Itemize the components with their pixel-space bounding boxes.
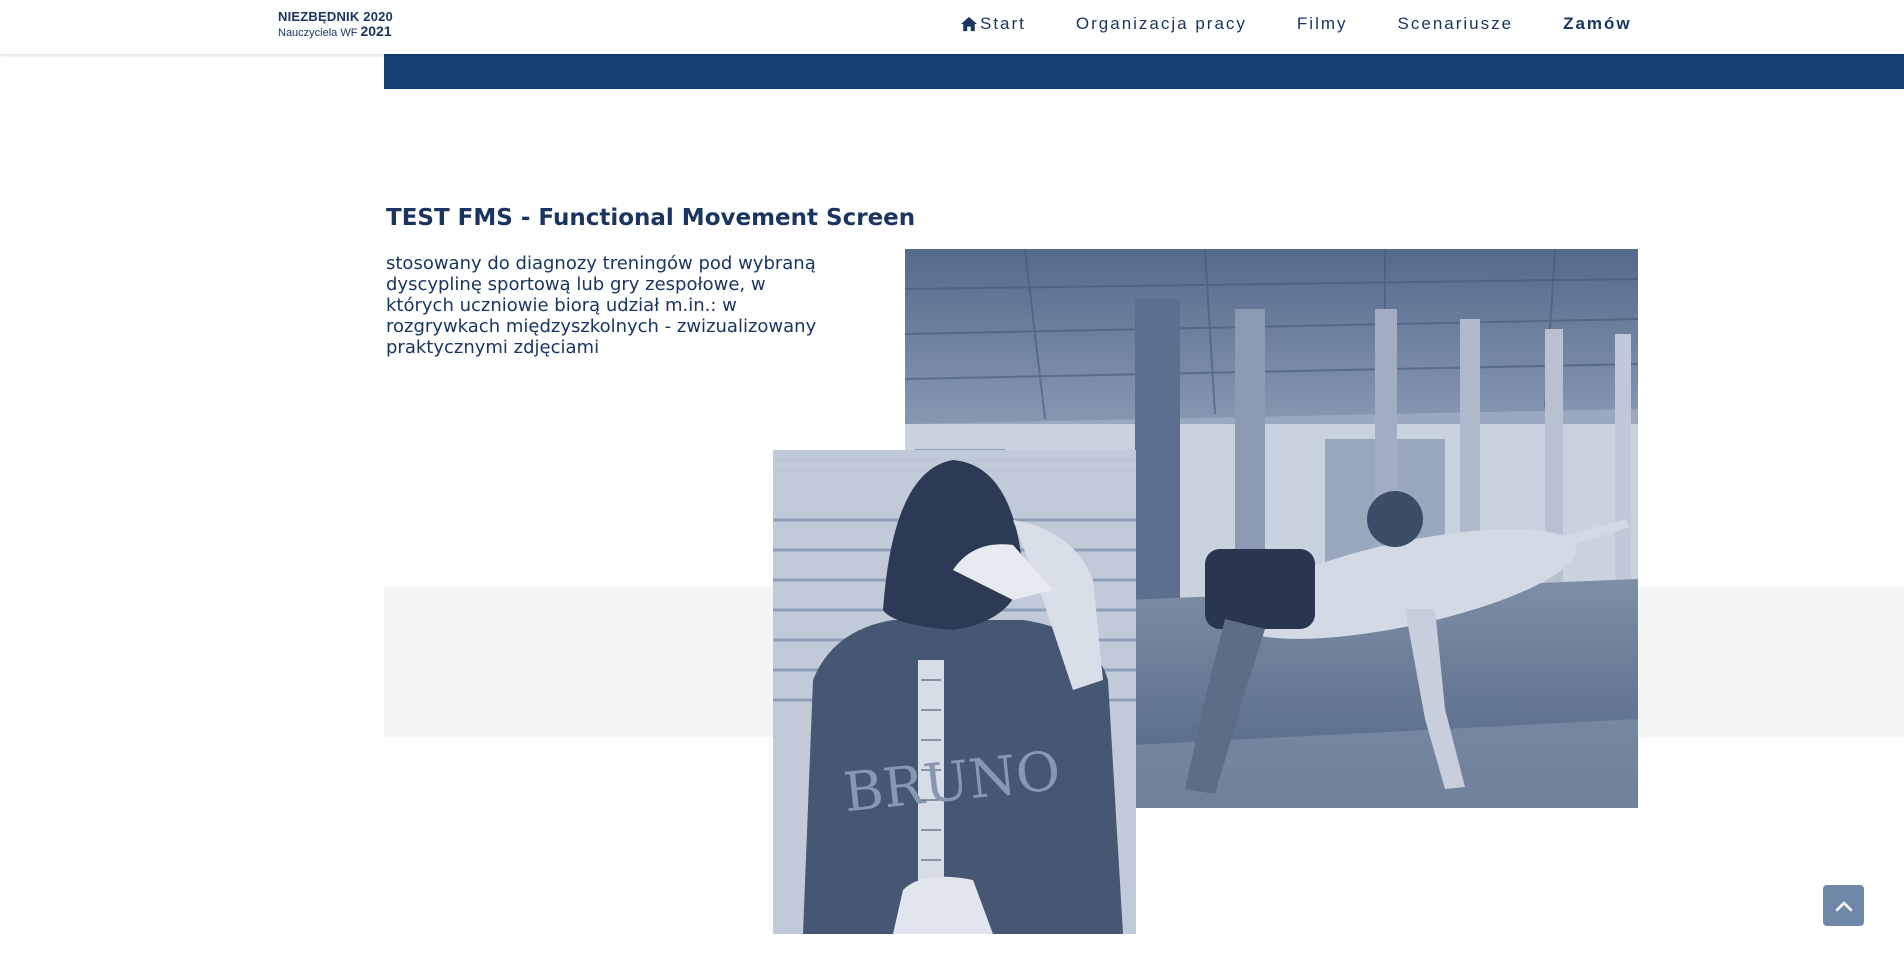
logo-year: 2021 — [360, 23, 392, 39]
nav-item-label: Scenariusze — [1397, 14, 1514, 33]
home-icon — [961, 16, 977, 32]
nav-item-label: Zamów — [1563, 14, 1632, 33]
logo-subtitle: Nauczyciela WF — [278, 27, 358, 39]
nav-item-filmy[interactable]: Filmy — [1297, 14, 1348, 34]
nav-item-zamow[interactable]: Zamów — [1563, 14, 1632, 34]
site-logo[interactable]: NIEZBĘDNIK 2020 Nauczyciela WF 2021 — [278, 10, 393, 40]
site-header: NIEZBĘDNIK 2020 Nauczyciela WF 2021 Start… — [0, 0, 1904, 54]
hero-band — [384, 54, 1904, 89]
scroll-to-top-button[interactable] — [1823, 885, 1864, 926]
section-description: stosowany do diagnozy treningów pod wybr… — [386, 253, 817, 358]
main-nav: Start Organizacja pracy Filmy Scenariusz… — [960, 14, 1632, 34]
nav-item-organizacja-pracy[interactable]: Organizacja pracy — [1076, 14, 1247, 34]
fms-shoulder-test-photo: BRUNO — [773, 450, 1136, 934]
section-title-rest: - Functional Movement Screen — [512, 205, 916, 231]
nav-item-scenariusze[interactable]: Scenariusze — [1398, 14, 1514, 34]
logo-title: NIEZBĘDNIK 2020 — [278, 9, 393, 24]
section-title-strong: TEST FMS — [386, 205, 513, 231]
nav-item-label: Start — [980, 14, 1026, 33]
chevron-up-icon — [1835, 901, 1852, 911]
nav-item-label: Filmy — [1296, 14, 1348, 33]
nav-item-label: Organizacja pracy — [1075, 14, 1247, 33]
nav-item-start[interactable]: Start — [960, 14, 1026, 34]
section-title: TEST FMS - Functional Movement Screen — [386, 205, 915, 231]
